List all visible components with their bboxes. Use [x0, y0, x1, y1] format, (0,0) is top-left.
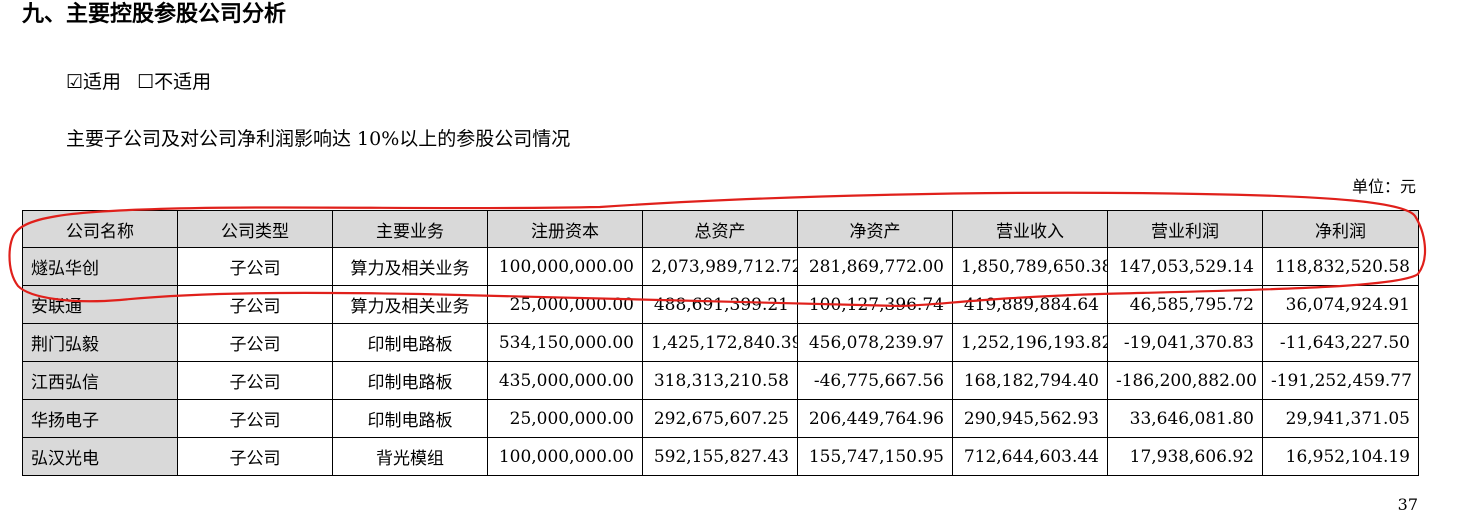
- cell-net-profit: 16,952,104.19: [1262, 437, 1419, 476]
- cell-net-assets: 281,869,772.00: [797, 247, 953, 286]
- cell-net-profit: -11,643,227.50: [1262, 323, 1419, 362]
- cell-registered-capital: 25,000,000.00: [487, 285, 643, 324]
- cell-company-name: 弘汉光电: [22, 437, 178, 476]
- cell-net-profit: 118,832,520.58: [1262, 247, 1419, 286]
- header-total-assets: 总资产: [642, 210, 798, 248]
- cell-company-type: 子公司: [177, 399, 333, 438]
- applicable-checkbox[interactable]: ☑适用: [66, 71, 121, 93]
- cell-revenue: 712,644,603.44: [952, 437, 1108, 476]
- table-header-row: 公司名称 公司类型 主要业务 注册资本 总资产 净资产 营业收入 营业利润 净利…: [22, 210, 1419, 248]
- cell-company-name: 华扬电子: [22, 399, 178, 438]
- cell-net-profit: 36,074,924.91: [1262, 285, 1419, 324]
- not-applicable-checkbox[interactable]: ☐不适用: [137, 71, 211, 93]
- cell-registered-capital: 100,000,000.00: [487, 247, 643, 286]
- cell-company-name: 安联通: [22, 285, 178, 324]
- cell-revenue: 290,945,562.93: [952, 399, 1108, 438]
- table-row: 荆门弘毅 子公司 印制电路板 534,150,000.00 1,425,172,…: [22, 323, 1419, 362]
- cell-net-assets: -46,775,667.56: [797, 361, 953, 400]
- cell-net-assets: 155,747,150.95: [797, 437, 953, 476]
- cell-total-assets: 2,073,989,712.72: [642, 247, 798, 286]
- applicability-options: ☑适用 ☐不适用: [66, 69, 221, 95]
- cell-main-business: 算力及相关业务: [332, 285, 488, 324]
- cell-total-assets: 292,675,607.25: [642, 399, 798, 438]
- table-subtitle: 主要子公司及对公司净利润影响达 10%以上的参股公司情况: [66, 128, 571, 150]
- cell-company-type: 子公司: [177, 361, 333, 400]
- cell-main-business: 背光模组: [332, 437, 488, 476]
- header-company-type: 公司类型: [177, 210, 333, 248]
- cell-registered-capital: 534,150,000.00: [487, 323, 643, 362]
- header-company-name: 公司名称: [22, 210, 178, 248]
- cell-operating-profit: 147,053,529.14: [1107, 247, 1263, 286]
- table-row: 安联通 子公司 算力及相关业务 25,000,000.00 488,691,39…: [22, 285, 1419, 324]
- cell-company-type: 子公司: [177, 437, 333, 476]
- header-registered-capital: 注册资本: [487, 210, 643, 248]
- cell-operating-profit: -186,200,882.00: [1107, 361, 1263, 400]
- unit-label: 单位：元: [1351, 177, 1416, 196]
- table-row: 弘汉光电 子公司 背光模组 100,000,000.00 592,155,827…: [22, 437, 1419, 476]
- cell-revenue: 168,182,794.40: [952, 361, 1108, 400]
- cell-net-assets: 100,127,396.74: [797, 285, 953, 324]
- cell-total-assets: 1,425,172,840.39: [642, 323, 798, 362]
- header-net-assets: 净资产: [797, 210, 953, 248]
- cell-company-name: 燧弘华创: [22, 247, 178, 286]
- cell-company-name: 江西弘信: [22, 361, 178, 400]
- cell-company-name: 荆门弘毅: [22, 323, 178, 362]
- cell-company-type: 子公司: [177, 247, 333, 286]
- cell-revenue: 1,850,789,650.38: [952, 247, 1108, 286]
- header-operating-profit: 营业利润: [1107, 210, 1263, 248]
- cell-registered-capital: 25,000,000.00: [487, 399, 643, 438]
- cell-revenue: 1,252,196,193.82: [952, 323, 1108, 362]
- cell-company-type: 子公司: [177, 285, 333, 324]
- subsidiary-table: 公司名称 公司类型 主要业务 注册资本 总资产 净资产 营业收入 营业利润 净利…: [22, 210, 1419, 476]
- cell-total-assets: 318,313,210.58: [642, 361, 798, 400]
- cell-main-business: 印制电路板: [332, 323, 488, 362]
- header-net-profit: 净利润: [1262, 210, 1419, 248]
- cell-main-business: 算力及相关业务: [332, 247, 488, 286]
- cell-operating-profit: 33,646,081.80: [1107, 399, 1263, 438]
- cell-operating-profit: 17,938,606.92: [1107, 437, 1263, 476]
- cell-operating-profit: 46,585,795.72: [1107, 285, 1263, 324]
- cell-main-business: 印制电路板: [332, 399, 488, 438]
- cell-net-assets: 456,078,239.97: [797, 323, 953, 362]
- section-title: 九、主要控股参股公司分析: [22, 2, 287, 27]
- table-row: 华扬电子 子公司 印制电路板 25,000,000.00 292,675,607…: [22, 399, 1419, 438]
- cell-net-assets: 206,449,764.96: [797, 399, 953, 438]
- table-row: 江西弘信 子公司 印制电路板 435,000,000.00 318,313,21…: [22, 361, 1419, 400]
- cell-company-type: 子公司: [177, 323, 333, 362]
- page-number: 37: [1397, 495, 1418, 514]
- cell-revenue: 419,889,884.64: [952, 285, 1108, 324]
- cell-total-assets: 592,155,827.43: [642, 437, 798, 476]
- cell-total-assets: 488,691,399.21: [642, 285, 798, 324]
- cell-registered-capital: 100,000,000.00: [487, 437, 643, 476]
- header-revenue: 营业收入: [952, 210, 1108, 248]
- cell-net-profit: -191,252,459.77: [1262, 361, 1419, 400]
- table-row: 燧弘华创 子公司 算力及相关业务 100,000,000.00 2,073,98…: [22, 247, 1419, 286]
- cell-main-business: 印制电路板: [332, 361, 488, 400]
- cell-operating-profit: -19,041,370.83: [1107, 323, 1263, 362]
- cell-registered-capital: 435,000,000.00: [487, 361, 643, 400]
- cell-net-profit: 29,941,371.05: [1262, 399, 1419, 438]
- header-main-business: 主要业务: [332, 210, 488, 248]
